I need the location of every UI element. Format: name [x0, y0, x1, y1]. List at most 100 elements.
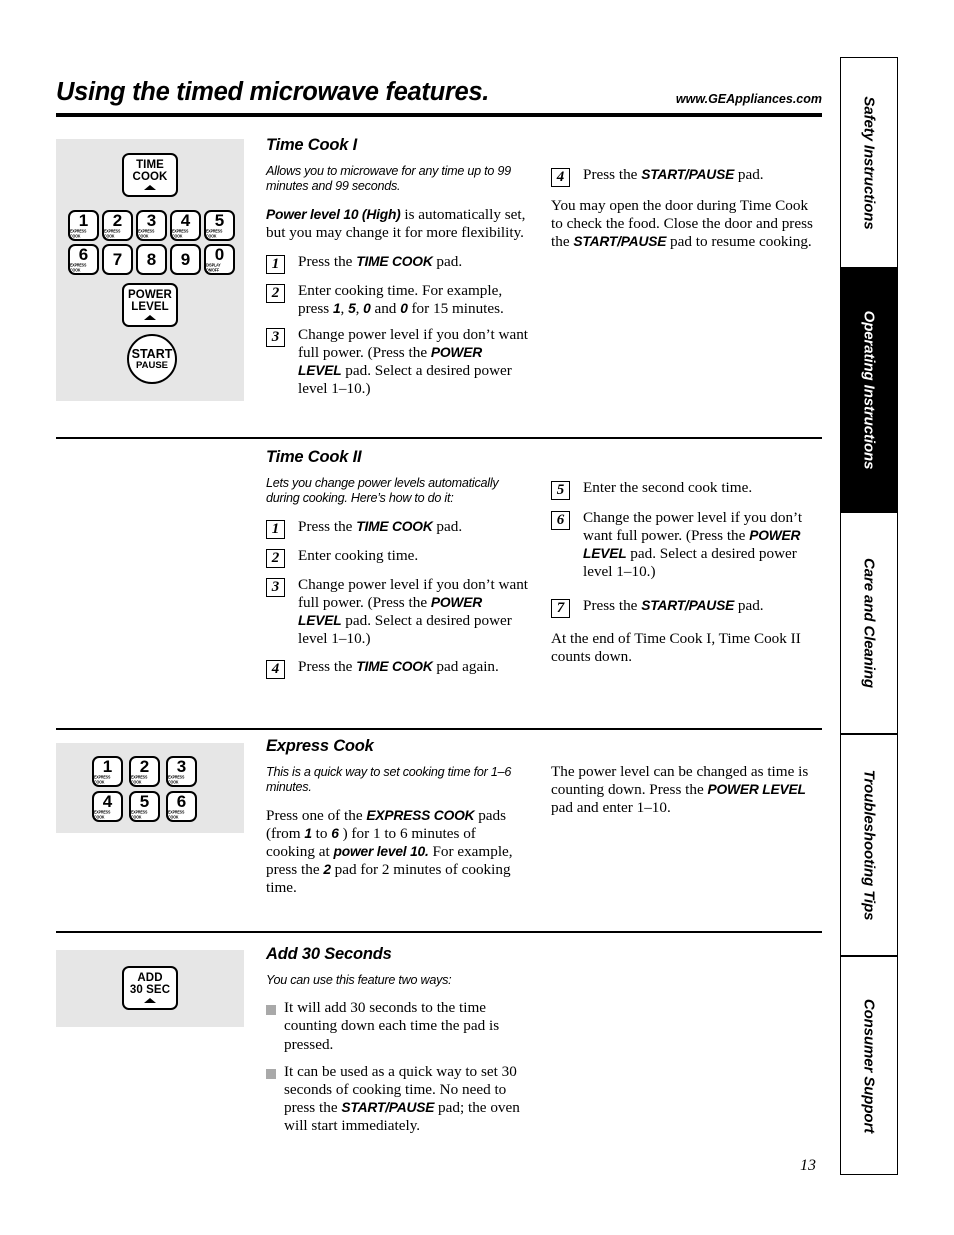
step-text: Enter the second cook time. — [583, 479, 823, 500]
step-text-bold: TIME COOK — [356, 659, 433, 675]
bullet-text: It will add 30 seconds to the time count… — [284, 999, 528, 1053]
key-power-level[interactable]: POWER LEVEL — [122, 283, 178, 327]
key-start-pause[interactable]: START PAUSE — [127, 334, 177, 384]
express-key-3-sublabel: EXPRESS COOK — [168, 775, 185, 785]
express-cook-note-right: The power level can be changed as time i… — [551, 763, 823, 817]
sidebar-tab-troubleshooting-tips[interactable]: Troubleshooting Tips — [840, 734, 898, 956]
section-divider-1 — [56, 437, 822, 440]
step-item: 3 Change power level if you don’t want f… — [266, 326, 528, 398]
keypad-panel-add30: ADD 30 SEC — [56, 950, 244, 1027]
step-text: Enter cooking time. For example, press 1… — [298, 282, 528, 318]
step-number: 3 — [266, 328, 285, 348]
step-item: 5 Enter the second cook time. — [551, 479, 823, 500]
section-title-time-cook-2: Time Cook II — [266, 448, 362, 466]
website-url: www.GEAppliances.com — [675, 92, 822, 106]
triangle-indicator-icon — [144, 184, 156, 190]
step-text-pre: Enter the second cook time. — [583, 479, 753, 496]
sidebar-tab-label: Safety Instructions — [860, 95, 878, 230]
express-cook-b3: 6 — [331, 825, 339, 841]
step-number: 4 — [551, 168, 570, 187]
express-key-1[interactable]: 1 EXPRESS COOK — [92, 756, 123, 787]
express-cook-note-bold: POWER LEVEL — [707, 782, 806, 798]
time-cook-1-steps: 1 Press the TIME COOK pad. 2 Enter cooki… — [266, 253, 528, 398]
express-key-5[interactable]: 5 EXPRESS COOK — [129, 791, 160, 822]
step-text-mid1: , — [340, 299, 349, 317]
express-cook-p3: to — [311, 824, 332, 842]
section-title-time-cook-1: Time Cook I — [266, 136, 358, 154]
sidebar-tab-operating-instructions[interactable]: Operating Instructions — [840, 268, 898, 512]
key-number-3[interactable]: 3 EXPRESS COOK — [136, 210, 167, 241]
step-text-pre: Change power level if you don’t want ful… — [298, 575, 529, 611]
side-tab-strip: Safety Instructions Operating Instructio… — [840, 57, 898, 1175]
key-number-1-sublabel: EXPRESS COOK — [70, 229, 87, 239]
step-text: Press the START/PAUSE pad. — [583, 597, 823, 618]
key-number-7-digit: 7 — [112, 250, 123, 269]
key-number-1[interactable]: 1 EXPRESS COOK — [68, 210, 99, 241]
key-number-4[interactable]: 4 EXPRESS COOK — [170, 210, 201, 241]
header-rule — [56, 113, 822, 117]
step-text-pre: Press the — [298, 517, 357, 535]
add-30-intro: You can use this feature two ways: — [266, 973, 452, 987]
page-header: Using the timed microwave features. www.… — [56, 78, 822, 107]
step-text-post: pad. — [734, 597, 764, 615]
step-text: Press the TIME COOK pad. — [298, 253, 528, 274]
sidebar-tab-label: Troubleshooting Tips — [860, 769, 878, 921]
triangle-indicator-icon — [144, 997, 156, 1003]
express-cook-b2: 1 — [304, 825, 312, 841]
sidebar-tab-care-and-cleaning[interactable]: Care and Cleaning — [840, 512, 898, 734]
step-item: 3 Change power level if you don’t want f… — [266, 576, 528, 648]
key-number-2-digit: 2 — [112, 211, 123, 231]
step-text: Enter cooking time. — [298, 547, 528, 568]
express-key-4-sublabel: EXPRESS COOK — [94, 810, 111, 820]
key-time-cook-line2: COOK — [132, 170, 168, 183]
section-time-cook-1-right: 4 Press the START/PAUSE pad. You may ope… — [551, 166, 823, 262]
time-cook-1-note: Power level 10 (High) is automatically s… — [266, 206, 528, 242]
key-number-7[interactable]: 7 — [102, 244, 133, 275]
express-cook-note-post: pad and enter 1–10. — [551, 799, 671, 817]
step-text: Change power level if you don’t want ful… — [298, 326, 528, 398]
step-item: 7 Press the START/PAUSE pad. — [551, 597, 823, 619]
key-time-cook[interactable]: TIME COOK — [122, 153, 178, 197]
key-number-0-sublabel: DISPLAY ON/OFF — [206, 263, 221, 273]
bullet-text-bold: START/PAUSE — [341, 1099, 435, 1115]
sidebar-tab-consumer-support[interactable]: Consumer Support — [840, 956, 898, 1175]
step-text-pre: Press the — [298, 252, 357, 270]
key-start-pause-line1: START — [131, 346, 173, 361]
express-key-4[interactable]: 4 EXPRESS COOK — [92, 791, 123, 822]
sidebar-tab-safety-instructions[interactable]: Safety Instructions — [840, 57, 898, 268]
express-key-3[interactable]: 3 EXPRESS COOK — [166, 756, 197, 787]
section-time-cook-1: Time Cook I Allows you to microwave for … — [266, 136, 528, 406]
express-cook-p1: Press one of the — [266, 806, 367, 824]
time-cook-1-note-right-bold: START/PAUSE — [573, 234, 667, 250]
key-number-9[interactable]: 9 — [170, 244, 201, 275]
step-text-bold2: 5 — [348, 300, 356, 316]
page-number: 13 — [800, 1157, 816, 1174]
key-number-6[interactable]: 6 EXPRESS COOK — [68, 244, 99, 275]
step-number: 2 — [266, 283, 285, 303]
key-number-8-digit: 8 — [146, 250, 157, 269]
section-time-cook-2-right: 5 Enter the second cook time. 6 Change t… — [551, 479, 823, 677]
key-number-1-digit: 1 — [78, 211, 89, 231]
step-text-pre: Change power level if you don’t want ful… — [298, 326, 529, 362]
bullet-text: It can be used as a quick way to set 30 … — [284, 1063, 528, 1135]
page-title: Using the timed microwave features. — [56, 78, 490, 106]
step-text-bold4: 0 — [400, 300, 408, 316]
key-add-30-seconds[interactable]: ADD 30 SEC — [122, 966, 178, 1010]
time-cook-2-steps: 1 Press the TIME COOK pad. 2 Enter cooki… — [266, 517, 528, 680]
express-key-2[interactable]: 2 EXPRESS COOK — [129, 756, 160, 787]
express-key-5-sublabel: EXPRESS COOK — [131, 810, 148, 820]
step-number: 7 — [551, 599, 570, 619]
key-number-2[interactable]: 2 EXPRESS COOK — [102, 210, 133, 241]
step-number: 3 — [266, 577, 285, 597]
express-cook-b1: EXPRESS COOK — [366, 807, 475, 823]
key-number-2-sublabel: EXPRESS COOK — [104, 229, 121, 239]
keypad-panel-express: 1 EXPRESS COOK 2 EXPRESS COOK 3 EXPRESS … — [56, 743, 244, 833]
bullet-square-icon — [266, 1005, 276, 1016]
express-key-6[interactable]: 6 EXPRESS COOK — [166, 791, 197, 822]
step-number: 1 — [266, 519, 285, 539]
step-text-pre: Press the — [298, 658, 357, 676]
step-text-post: pad again. — [432, 658, 499, 676]
key-number-8[interactable]: 8 — [136, 244, 167, 275]
key-number-0[interactable]: 0 DISPLAY ON/OFF — [204, 244, 235, 275]
key-number-5[interactable]: 5 EXPRESS COOK — [204, 210, 235, 241]
